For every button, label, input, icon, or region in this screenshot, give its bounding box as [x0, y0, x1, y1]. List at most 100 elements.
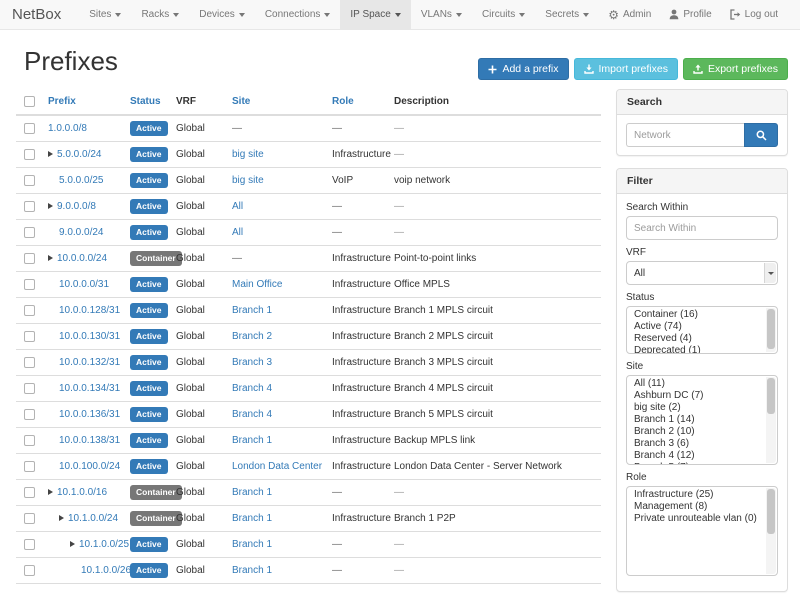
prefix-link[interactable]: 10.0.0.136/31	[59, 409, 120, 420]
prefix-link[interactable]: 10.1.0.0/25	[79, 539, 129, 550]
row-checkbox[interactable]	[24, 123, 35, 134]
filter-option[interactable]: Branch 5 (7)	[629, 462, 764, 465]
filter-option[interactable]: Ashburn DC (7)	[629, 390, 764, 402]
search-within-input[interactable]	[626, 216, 778, 240]
site-link[interactable]: big site	[232, 149, 264, 160]
row-checkbox[interactable]	[24, 513, 35, 524]
col-header-role[interactable]: Role	[324, 89, 386, 115]
nav-item-sites[interactable]: Sites	[79, 0, 131, 29]
site-multiselect[interactable]: All (11)Ashburn DC (7)big site (2)Branch…	[626, 375, 778, 465]
prefix-link[interactable]: 5.0.0.0/24	[57, 149, 101, 160]
row-checkbox[interactable]	[24, 461, 35, 472]
nav-item-secrets[interactable]: Secrets	[535, 0, 599, 29]
filter-option[interactable]: Deprecated (1)	[629, 345, 764, 354]
col-header-prefix[interactable]: Prefix	[40, 89, 122, 115]
scrollbar[interactable]	[766, 377, 776, 463]
nav-item-devices[interactable]: Devices	[189, 0, 255, 29]
prefix-link[interactable]: 10.0.0.128/31	[59, 305, 120, 316]
site-link[interactable]: big site	[232, 175, 264, 186]
expand-caret-icon[interactable]	[48, 489, 53, 495]
expand-caret-icon[interactable]	[48, 203, 53, 209]
row-checkbox[interactable]	[24, 383, 35, 394]
role-multiselect[interactable]: Infrastructure (25)Management (8)Private…	[626, 486, 778, 576]
nav-item-ip-space[interactable]: IP Space	[340, 0, 410, 29]
expand-caret-icon[interactable]	[48, 255, 53, 261]
site-link[interactable]: Branch 1	[232, 565, 272, 576]
prefix-link[interactable]: 10.0.0.134/31	[59, 383, 120, 394]
row-checkbox[interactable]	[24, 175, 35, 186]
filter-option[interactable]: big site (2)	[629, 402, 764, 414]
row-checkbox[interactable]	[24, 149, 35, 160]
nav-item-admin[interactable]: ⚙ Admin	[599, 0, 660, 29]
col-header-site[interactable]: Site	[224, 89, 324, 115]
filter-option[interactable]: Active (74)	[629, 321, 764, 333]
site-link[interactable]: Main Office	[232, 279, 282, 290]
site-link[interactable]: All	[232, 201, 243, 212]
scrollbar-thumb[interactable]	[767, 309, 775, 349]
expand-caret-icon[interactable]	[59, 515, 64, 521]
filter-option[interactable]: Private unrouteable vlan (0)	[629, 513, 764, 525]
row-checkbox[interactable]	[24, 227, 35, 238]
prefix-link[interactable]: 5.0.0.0/25	[59, 175, 103, 186]
filter-option[interactable]: Branch 1 (14)	[629, 414, 764, 426]
import-prefixes-button[interactable]: Import prefixes	[574, 58, 678, 80]
search-input[interactable]	[626, 123, 744, 147]
site-link[interactable]: Branch 1	[232, 539, 272, 550]
site-link[interactable]: Branch 3	[232, 357, 272, 368]
prefix-link[interactable]: 10.0.0.130/31	[59, 331, 120, 342]
filter-option[interactable]: All (11)	[629, 378, 764, 390]
site-link[interactable]: Branch 1	[232, 305, 272, 316]
nav-item-circuits[interactable]: Circuits	[472, 0, 535, 29]
nav-item-logout[interactable]: Log out	[721, 0, 787, 29]
scrollbar[interactable]	[766, 308, 776, 352]
row-checkbox[interactable]	[24, 305, 35, 316]
prefix-link[interactable]: 10.1.0.0/26	[81, 565, 131, 576]
row-checkbox[interactable]	[24, 435, 35, 446]
nav-item-connections[interactable]: Connections	[255, 0, 341, 29]
site-link[interactable]: Branch 4	[232, 409, 272, 420]
expand-caret-icon[interactable]	[70, 541, 75, 547]
prefix-link[interactable]: 10.0.100.0/24	[59, 461, 120, 472]
export-prefixes-button[interactable]: Export prefixes	[683, 58, 788, 80]
row-checkbox[interactable]	[24, 279, 35, 290]
filter-option[interactable]: Branch 4 (12)	[629, 450, 764, 462]
row-checkbox[interactable]	[24, 201, 35, 212]
prefix-link[interactable]: 10.1.0.0/24	[68, 513, 118, 524]
prefix-link[interactable]: 10.1.0.0/16	[57, 487, 107, 498]
vrf-select[interactable]: All	[626, 261, 778, 285]
site-link[interactable]: Branch 2	[232, 331, 272, 342]
site-link[interactable]: Branch 1	[232, 487, 272, 498]
filter-option[interactable]: Infrastructure (25)	[629, 489, 764, 501]
status-multiselect[interactable]: Container (16)Active (74)Reserved (4)Dep…	[626, 306, 778, 354]
row-checkbox[interactable]	[24, 331, 35, 342]
prefix-link[interactable]: 9.0.0.0/24	[59, 227, 103, 238]
site-link[interactable]: Branch 1	[232, 435, 272, 446]
prefix-link[interactable]: 10.0.0.132/31	[59, 357, 120, 368]
prefix-link[interactable]: 10.0.0.0/31	[59, 279, 109, 290]
filter-option[interactable]: Management (8)	[629, 501, 764, 513]
add-prefix-button[interactable]: Add a prefix	[478, 58, 568, 80]
filter-option[interactable]: Branch 2 (10)	[629, 426, 764, 438]
prefix-link[interactable]: 10.0.0.0/24	[57, 253, 107, 264]
filter-option[interactable]: Branch 3 (6)	[629, 438, 764, 450]
row-checkbox[interactable]	[24, 539, 35, 550]
filter-option[interactable]: Reserved (4)	[629, 333, 764, 345]
site-link[interactable]: Branch 4	[232, 383, 272, 394]
col-header-status[interactable]: Status	[122, 89, 168, 115]
nav-item-racks[interactable]: Racks	[131, 0, 189, 29]
row-checkbox[interactable]	[24, 253, 35, 264]
row-checkbox[interactable]	[24, 357, 35, 368]
prefix-link[interactable]: 10.0.0.138/31	[59, 435, 120, 446]
row-checkbox[interactable]	[24, 565, 35, 576]
prefix-link[interactable]: 9.0.0.0/8	[57, 201, 96, 212]
scrollbar[interactable]	[766, 488, 776, 574]
app-brand[interactable]: NetBox	[12, 0, 79, 29]
nav-item-profile[interactable]: Profile	[660, 0, 720, 29]
site-link[interactable]: Branch 1	[232, 513, 272, 524]
scrollbar-thumb[interactable]	[767, 378, 775, 414]
prefix-link[interactable]: 1.0.0.0/8	[48, 123, 87, 134]
row-checkbox[interactable]	[24, 409, 35, 420]
site-link[interactable]: All	[232, 227, 243, 238]
expand-caret-icon[interactable]	[48, 151, 53, 157]
search-button[interactable]	[744, 123, 778, 147]
